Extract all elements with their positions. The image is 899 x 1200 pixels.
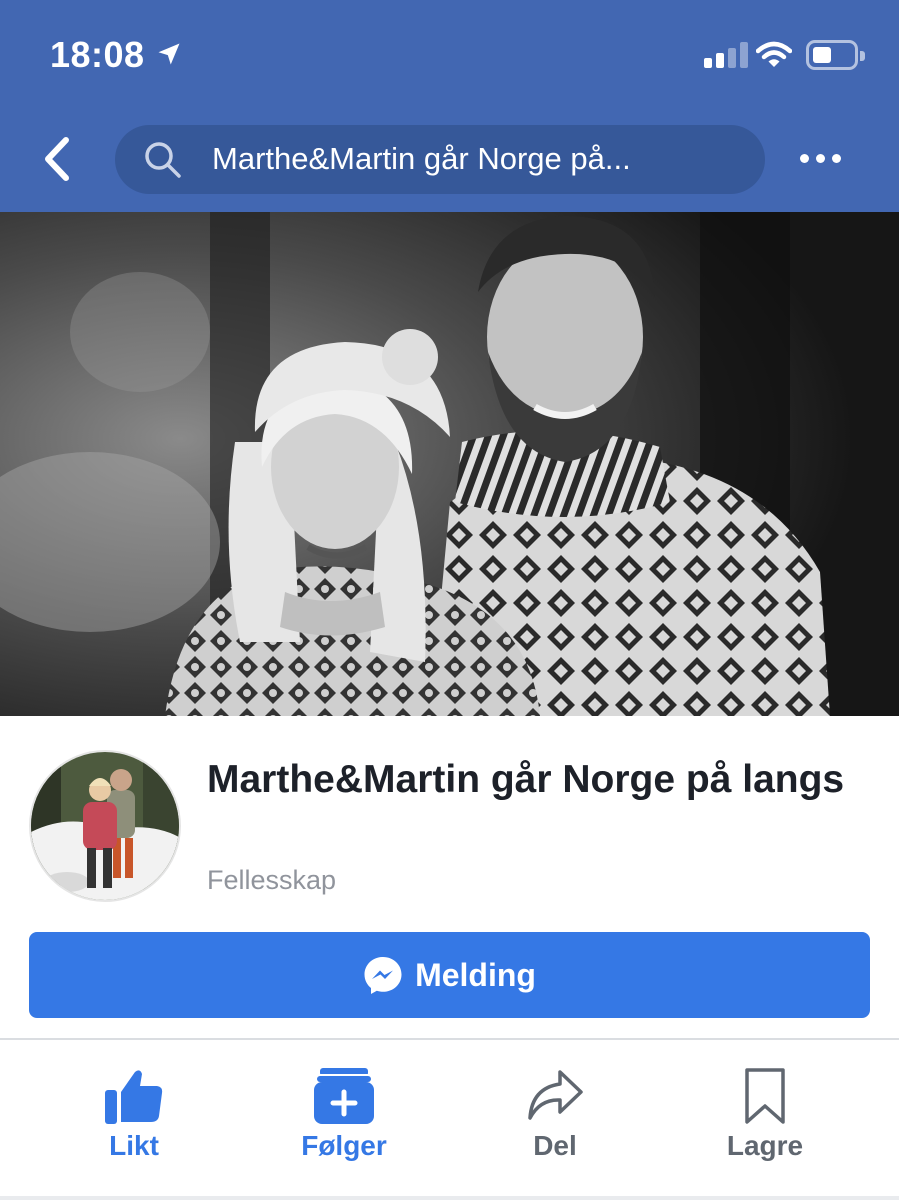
status-time: 18:08 xyxy=(50,34,145,75)
follow-stack-icon xyxy=(314,1068,374,1124)
like-label: Likt xyxy=(109,1130,159,1161)
share-arrow-icon xyxy=(528,1070,583,1120)
bookmark-icon xyxy=(745,1068,785,1124)
bottom-divider xyxy=(0,1196,899,1200)
location-arrow-icon xyxy=(158,43,180,65)
cover-photo[interactable] xyxy=(0,212,899,716)
battery-icon xyxy=(806,40,865,70)
page-category: Fellesskap xyxy=(207,865,337,895)
page-profile-picture[interactable] xyxy=(29,750,181,902)
message-button-label: Melding xyxy=(415,956,536,993)
search-query-text[interactable]: Marthe&Martin går Norge på... xyxy=(212,141,631,177)
more-horizontal-icon xyxy=(800,153,809,163)
avatar-image xyxy=(31,752,179,900)
save-label: Lagre xyxy=(726,1130,804,1161)
back-button[interactable] xyxy=(38,134,82,184)
share-label: Del xyxy=(533,1130,577,1161)
messenger-icon xyxy=(364,957,402,994)
wifi-icon xyxy=(756,41,792,67)
like-button[interactable]: Likt xyxy=(49,1066,219,1176)
share-button[interactable]: Del xyxy=(470,1066,640,1176)
following-button[interactable]: Følger xyxy=(259,1066,429,1176)
more-options-button[interactable] xyxy=(800,148,844,168)
message-button[interactable]: Melding xyxy=(29,932,870,1018)
cover-photo-image xyxy=(0,212,899,716)
save-button[interactable]: Lagre xyxy=(680,1066,850,1176)
top-bar: 18:08 Marthe&Martin går Norge på... xyxy=(0,0,899,212)
cellular-signal-icon xyxy=(704,42,748,68)
page-title: Marthe&Martin går Norge på langs xyxy=(207,758,845,801)
section-divider xyxy=(0,1038,899,1040)
thumbs-up-icon xyxy=(105,1070,163,1124)
following-label: Følger xyxy=(301,1130,387,1161)
search-icon xyxy=(145,142,181,178)
